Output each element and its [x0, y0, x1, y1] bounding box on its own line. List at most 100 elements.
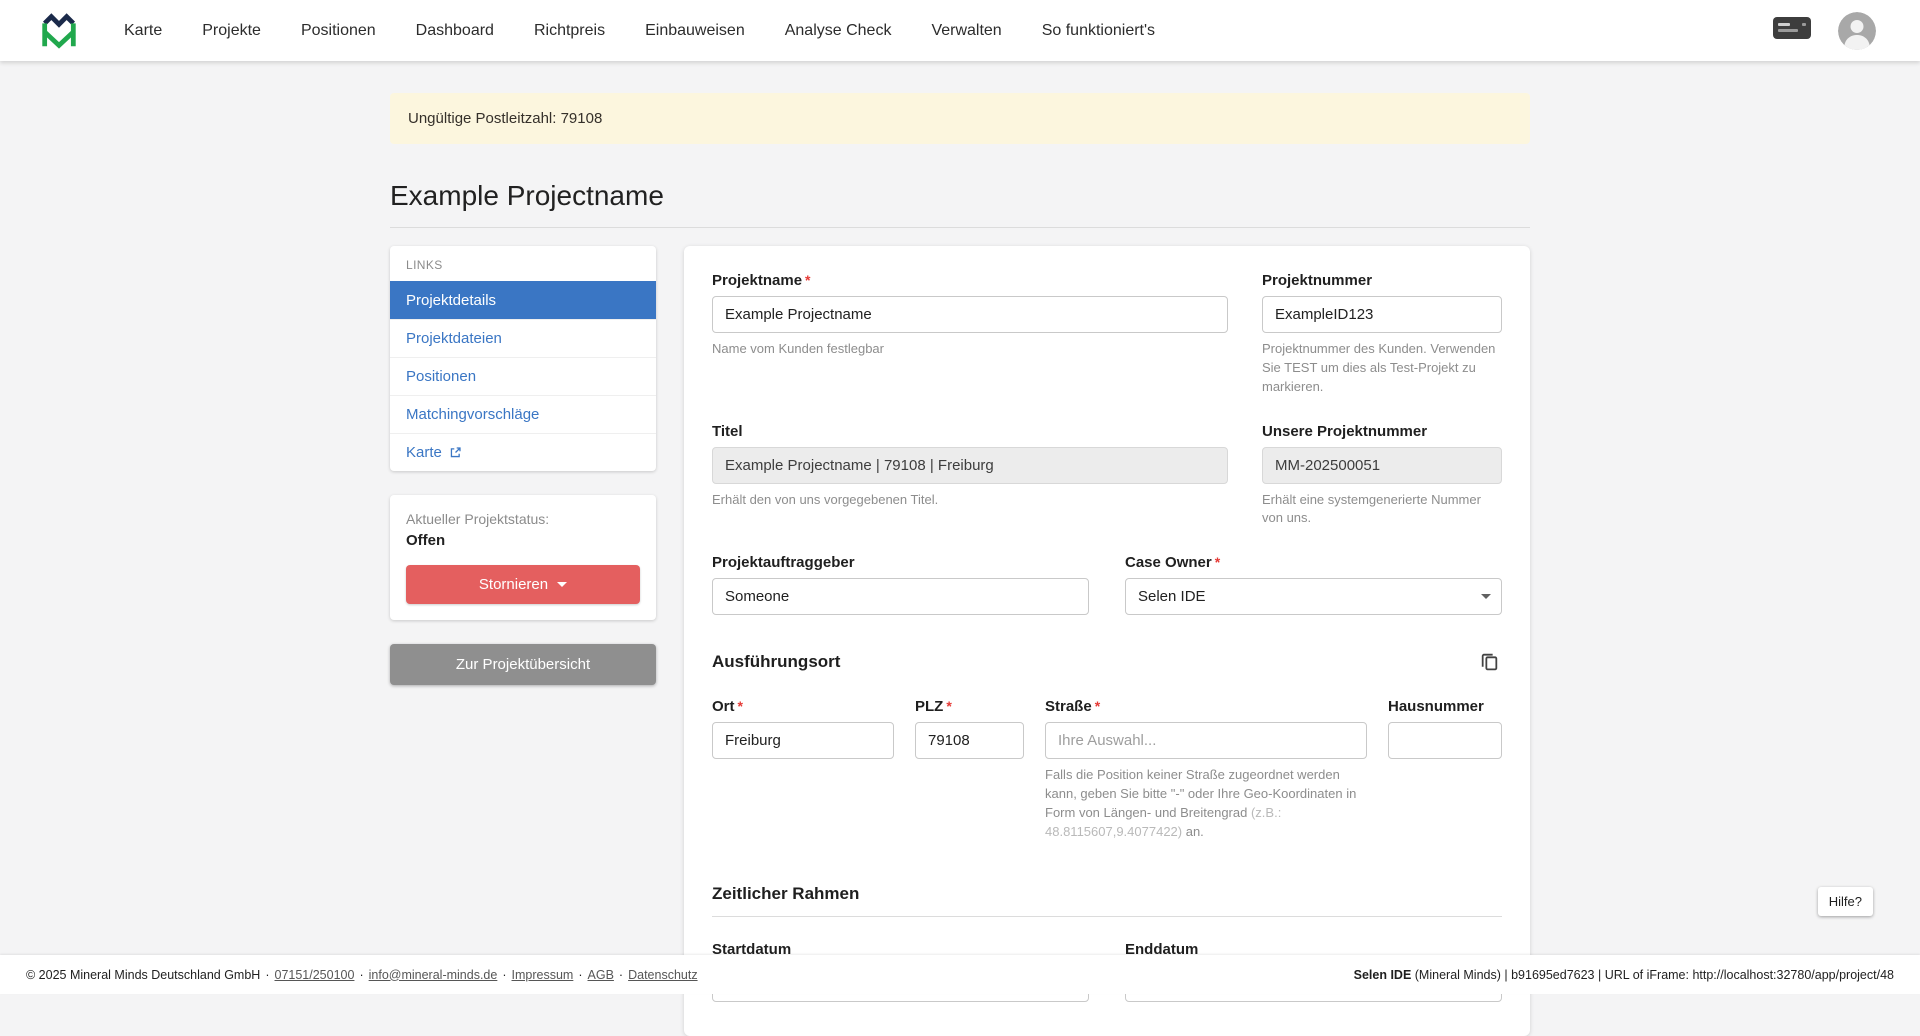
field-hausnummer: Hausnummer [1388, 698, 1502, 841]
device-icon[interactable] [1772, 15, 1812, 46]
field-projektnummer: Projektnummer Projektnummer des Kunden. … [1262, 272, 1502, 397]
plz-input[interactable] [915, 722, 1024, 759]
strasse-input[interactable] [1045, 722, 1367, 759]
cancel-project-label: Stornieren [479, 576, 548, 593]
user-avatar[interactable] [1838, 12, 1876, 50]
section-divider [712, 916, 1502, 917]
nav-item-projekte[interactable]: Projekte [202, 22, 261, 40]
status-value: Offen [406, 532, 640, 549]
status-label: Aktueller Projektstatus: [406, 511, 640, 527]
section-zeitlicher-rahmen: Zeitlicher Rahmen [712, 884, 1502, 904]
strasse-helper: Falls die Position keiner Straße zugeord… [1045, 766, 1367, 841]
nav-item-einbauweisen[interactable]: Einbauweisen [645, 22, 745, 40]
field-projektname: Projektname* Name vom Kunden festlegbar [712, 272, 1228, 397]
copy-address-button[interactable] [1477, 649, 1502, 674]
nav-item-so-funktionierts[interactable]: So funktioniert's [1042, 22, 1155, 40]
nav-item-analyse-check[interactable]: Analyse Check [785, 22, 892, 40]
title-divider [390, 227, 1530, 228]
section-ausfuehrungsort-title: Ausführungsort [712, 652, 840, 672]
sidebar: LINKS Projektdetails Projektdateien Posi… [390, 246, 656, 685]
projektnummer-helper: Projektnummer des Kunden. Verwenden Sie … [1262, 340, 1502, 397]
footer: © 2025 Mineral Minds Deutschland GmbH·07… [0, 955, 1920, 994]
sidebar-item-projektdetails[interactable]: Projektdetails [390, 281, 656, 319]
page-title: Example Projectname [390, 180, 1530, 212]
section-zeitlicher-rahmen-title: Zeitlicher Rahmen [712, 884, 859, 904]
projektnummer-input[interactable] [1262, 296, 1502, 333]
section-ausfuehrungsort: Ausführungsort [712, 649, 1502, 674]
hausnummer-label: Hausnummer [1388, 698, 1502, 715]
nav-item-richtpreis[interactable]: Richtpreis [534, 22, 605, 40]
status-card: Aktueller Projektstatus: Offen Storniere… [390, 495, 656, 620]
main-area: Ungültige Postleitzahl: 79108 Example Pr… [0, 93, 1920, 1036]
unsere-projektnummer-helper: Erhält eine systemgenerierte Nummer von … [1262, 491, 1502, 529]
nav-item-karte[interactable]: Karte [124, 22, 162, 40]
footer-left: © 2025 Mineral Minds Deutschland GmbH·07… [26, 968, 698, 982]
titel-helper: Erhält den von uns vorgegebenen Titel. [712, 491, 1228, 510]
strasse-label: Straße* [1045, 698, 1367, 715]
caret-down-icon [557, 582, 567, 587]
nav-item-dashboard[interactable]: Dashboard [416, 22, 494, 40]
nav-item-verwalten[interactable]: Verwalten [931, 22, 1001, 40]
sidebar-item-label: Matchingvorschläge [406, 406, 539, 423]
cancel-project-button[interactable]: Stornieren [406, 565, 640, 604]
projektname-label: Projektname* [712, 272, 1228, 289]
sidebar-item-label: Positionen [406, 368, 476, 385]
titel-input [712, 447, 1228, 484]
nav-menu: Karte Projekte Positionen Dashboard Rich… [124, 22, 1155, 40]
footer-impressum-link[interactable]: Impressum [512, 968, 574, 982]
required-asterisk: * [738, 698, 743, 714]
copyright-text: © 2025 Mineral Minds Deutschland GmbH [26, 968, 260, 982]
footer-email-link[interactable]: info@mineral-minds.de [369, 968, 498, 982]
titel-label: Titel [712, 423, 1228, 440]
field-case-owner: Case Owner* Selen IDE [1125, 554, 1502, 615]
projektnummer-label: Projektnummer [1262, 272, 1502, 289]
required-asterisk: * [1215, 554, 1220, 570]
projektauftraggeber-label: Projektauftraggeber [712, 554, 1089, 571]
links-card: LINKS Projektdetails Projektdateien Posi… [390, 246, 656, 471]
projektname-helper: Name vom Kunden festlegbar [712, 340, 1228, 359]
footer-datenschutz-link[interactable]: Datenschutz [628, 968, 697, 982]
unsere-projektnummer-input [1262, 447, 1502, 484]
alert-text: Ungültige Postleitzahl: 79108 [408, 110, 602, 127]
sidebar-item-matchingvorschlaege[interactable]: Matchingvorschläge [390, 395, 656, 433]
hausnummer-input[interactable] [1388, 722, 1502, 759]
ort-input[interactable] [712, 722, 894, 759]
alert-warning: Ungültige Postleitzahl: 79108 [390, 93, 1530, 144]
case-owner-label: Case Owner* [1125, 554, 1502, 571]
projektname-input[interactable] [712, 296, 1228, 333]
projektauftraggeber-input[interactable] [712, 578, 1089, 615]
sidebar-item-label: Karte [406, 444, 442, 461]
copy-icon [1479, 651, 1500, 672]
sidebar-item-label: Projektdateien [406, 330, 502, 347]
footer-right: Selen IDE (Mineral Minds) | b91695ed7623… [1354, 968, 1894, 982]
help-button[interactable]: Hilfe? [1818, 887, 1873, 916]
required-asterisk: * [1095, 698, 1100, 714]
field-strasse: Straße* Falls die Position keiner Straße… [1045, 698, 1367, 841]
project-overview-button[interactable]: Zur Projektübersicht [390, 644, 656, 685]
sidebar-item-karte[interactable]: Karte [390, 433, 656, 471]
navbar-right [1772, 12, 1876, 50]
brand-logo-icon[interactable] [38, 10, 80, 52]
sidebar-item-projektdateien[interactable]: Projektdateien [390, 319, 656, 357]
field-projektauftraggeber: Projektauftraggeber [712, 554, 1089, 615]
field-titel: Titel Erhält den von uns vorgegebenen Ti… [712, 423, 1228, 529]
field-unsere-projektnummer: Unsere Projektnummer Erhält eine systemg… [1262, 423, 1502, 529]
field-ort: Ort* [712, 698, 894, 841]
external-link-icon [449, 446, 462, 459]
footer-session-owner: Selen IDE [1354, 968, 1412, 982]
sidebar-item-positionen[interactable]: Positionen [390, 357, 656, 395]
field-plz: PLZ* [915, 698, 1024, 841]
footer-phone-link[interactable]: 07151/250100 [275, 968, 355, 982]
footer-agb-link[interactable]: AGB [588, 968, 614, 982]
links-header: LINKS [390, 246, 656, 281]
case-owner-select[interactable]: Selen IDE [1125, 578, 1502, 615]
required-asterisk: * [946, 698, 951, 714]
nav-item-positionen[interactable]: Positionen [301, 22, 376, 40]
plz-label: PLZ* [915, 698, 1024, 715]
case-owner-selected-value: Selen IDE [1125, 578, 1502, 615]
ort-label: Ort* [712, 698, 894, 715]
footer-session-info: (Mineral Minds) | b91695ed7623 | URL of … [1411, 968, 1894, 982]
project-details-form: Projektname* Name vom Kunden festlegbar … [684, 246, 1530, 1036]
required-asterisk: * [805, 272, 810, 288]
top-navbar: Karte Projekte Positionen Dashboard Rich… [0, 0, 1920, 61]
